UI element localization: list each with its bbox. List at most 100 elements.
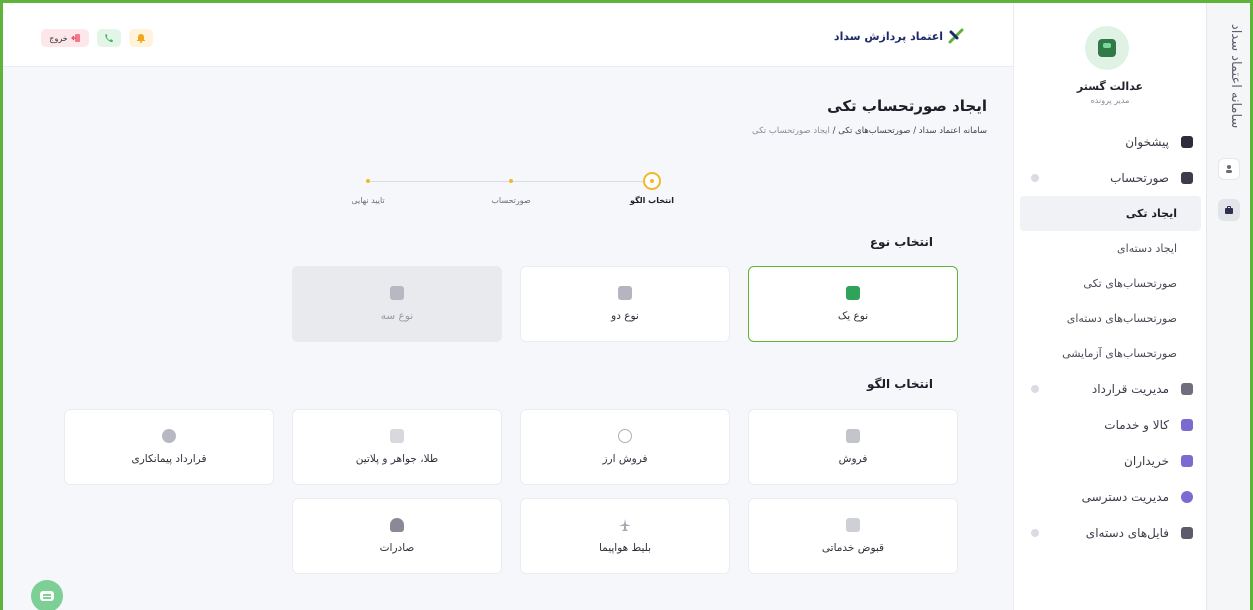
sidebar-subitem-create-single[interactable]: ایجاد تکی — [1020, 196, 1201, 231]
top-actions: خروج — [41, 29, 153, 47]
step-indicator-active — [643, 172, 661, 190]
bell-icon — [137, 34, 145, 43]
step-dot-final — [366, 179, 370, 183]
pattern-section-title: انتخاب الگو — [866, 377, 933, 391]
type-card-two[interactable]: نوع دو — [520, 266, 730, 342]
expand-icon[interactable] — [1031, 529, 1039, 537]
rail-invoice-button[interactable] — [1218, 199, 1240, 221]
breadcrumb-root[interactable]: سامانه اعتماد سداد — [919, 126, 987, 136]
user-role: مدیر پرونده — [1090, 96, 1130, 105]
sidebar: عدالت گستر مدیر پرونده پیشخوان صورتحساب … — [1013, 0, 1206, 610]
step-dot-invoice — [509, 179, 513, 183]
receipt-icon — [618, 286, 632, 300]
sidebar-subitem-batch-invoices[interactable]: صورتحساب‌های دسته‌ای — [1014, 301, 1207, 336]
notification-button[interactable] — [129, 29, 153, 47]
sidebar-item-buyers[interactable]: خریداران — [1014, 443, 1207, 479]
pattern-card-airplane[interactable]: بلیط هواپیما — [520, 498, 730, 574]
exit-button[interactable]: خروج — [41, 29, 89, 47]
pattern-card-label: قرارداد پیمانکاری — [131, 453, 207, 465]
chat-icon — [40, 591, 54, 601]
type-section-title: انتخاب نوع — [869, 235, 933, 249]
contract-icon — [1181, 383, 1193, 395]
briefcase-icon — [1225, 206, 1233, 214]
bill-icon — [846, 518, 860, 532]
sidebar-item-goods[interactable]: کالا و خدمات — [1014, 407, 1207, 443]
step-label-invoice: صورتحساب — [491, 196, 531, 205]
sidebar-subitem-test-invoices[interactable]: صورتحساب‌های آزمایشی — [1014, 336, 1207, 371]
sidebar-nav: پیشخوان صورتحساب ایجاد تکی ایجاد دسته‌ای… — [1014, 124, 1207, 551]
phone-button[interactable] — [97, 29, 121, 47]
breadcrumb: سامانه اعتماد سداد / صورتحساب‌های تکی / … — [752, 126, 987, 136]
step-label-pattern: انتخاب الگو — [629, 196, 675, 205]
pattern-card-label: طلا، جواهر و پلاتین — [355, 453, 439, 465]
sidebar-item-label: صورتحساب — [1110, 171, 1169, 185]
type-card-label: نوع سه — [380, 310, 414, 322]
sidebar-item-label: پیشخوان — [1125, 135, 1169, 149]
type-card-one[interactable]: نوع یک — [748, 266, 958, 342]
currency-icon — [618, 429, 632, 443]
type-card-label: نوع دو — [611, 310, 639, 322]
brand-logo[interactable]: اعتماد پردازش سداد — [834, 27, 965, 45]
collapse-icon[interactable] — [1031, 174, 1039, 182]
crown-icon — [390, 429, 404, 443]
person-icon — [1226, 165, 1232, 173]
pattern-card-label: بلیط هواپیما — [598, 542, 652, 554]
logo-text: اعتماد پردازش سداد — [833, 29, 943, 43]
sidebar-item-dashboard[interactable]: پیشخوان — [1014, 124, 1207, 160]
phone-icon — [105, 33, 113, 42]
pattern-card-export[interactable]: صادرات — [292, 498, 502, 574]
exit-label: خروج — [49, 33, 68, 43]
dashboard-icon — [1181, 136, 1193, 148]
user-name: عدالت گستر — [1076, 80, 1144, 93]
sidebar-item-contracts[interactable]: مدیریت قرارداد — [1014, 371, 1207, 407]
pattern-card-contract[interactable]: قرارداد پیمانکاری — [64, 409, 274, 485]
receipt-icon — [846, 286, 860, 300]
pattern-card-label: قبوض خدماتی — [821, 542, 885, 554]
sidebar-item-label: مدیریت دسترسی — [1081, 490, 1169, 504]
buyers-icon — [1181, 455, 1193, 467]
breadcrumb-current: ایجاد صورتحساب تکی — [752, 126, 830, 136]
avatar[interactable] — [1085, 26, 1129, 70]
airplane-icon — [619, 519, 631, 531]
pattern-card-label: فروش ارز — [602, 453, 648, 465]
breadcrumb-separator: / — [913, 126, 917, 136]
sidebar-item-label: کالا و خدمات — [1104, 418, 1169, 432]
pattern-card-bills[interactable]: قبوض خدماتی — [748, 498, 958, 574]
user-icon — [1098, 39, 1116, 57]
files-icon — [1181, 527, 1193, 539]
logo-icon — [948, 28, 964, 44]
badge-icon — [162, 429, 176, 443]
app-rail: سامانه اعتماد سداد — [1206, 0, 1253, 610]
stepper-line — [368, 181, 643, 182]
chat-button[interactable] — [31, 580, 63, 610]
step-label-final: تایید نهایی — [351, 196, 385, 205]
sidebar-item-batch-files[interactable]: فایل‌های دسته‌ای — [1014, 515, 1207, 551]
invoice-submenu: ایجاد تکی ایجاد دسته‌ای صورتحساب‌های تکی… — [1014, 196, 1207, 371]
pattern-card-gold[interactable]: طلا، جواهر و پلاتین — [292, 409, 502, 485]
sidebar-item-label: فایل‌های دسته‌ای — [1085, 526, 1169, 540]
rail-profile-button[interactable] — [1218, 158, 1240, 180]
sidebar-item-invoice[interactable]: صورتحساب — [1014, 160, 1207, 196]
pattern-card-sales[interactable]: فروش — [748, 409, 958, 485]
receipt-icon — [390, 286, 404, 300]
sidebar-item-label: مدیریت قرارداد — [1091, 382, 1169, 396]
pattern-card-currency[interactable]: فروش ارز — [520, 409, 730, 485]
type-card-label: نوع یک — [837, 310, 869, 322]
sidebar-subitem-single-invoices[interactable]: صورتحساب‌های تکی — [1014, 266, 1207, 301]
pattern-card-label: فروش — [838, 453, 868, 465]
sidebar-item-access[interactable]: مدیریت دسترسی — [1014, 479, 1207, 515]
main-content: خروج اعتماد پردازش سداد ایجاد صورتحساب ت… — [3, 3, 1013, 610]
sidebar-subitem-create-batch[interactable]: ایجاد دسته‌ای — [1014, 231, 1207, 266]
expand-icon[interactable] — [1031, 385, 1039, 393]
ship-icon — [390, 518, 404, 532]
cart-icon — [846, 429, 860, 443]
access-icon — [1181, 491, 1193, 503]
logout-icon — [70, 34, 80, 42]
cube-icon — [1181, 419, 1193, 431]
app-title: سامانه اعتماد سداد — [1228, 24, 1243, 129]
breadcrumb-parent[interactable]: صورتحساب‌های تکی — [838, 126, 910, 136]
sidebar-item-label: خریداران — [1124, 454, 1169, 468]
top-bar: خروج اعتماد پردازش سداد — [3, 3, 1013, 67]
breadcrumb-separator: / — [832, 126, 836, 136]
type-card-three: نوع سه — [292, 266, 502, 342]
